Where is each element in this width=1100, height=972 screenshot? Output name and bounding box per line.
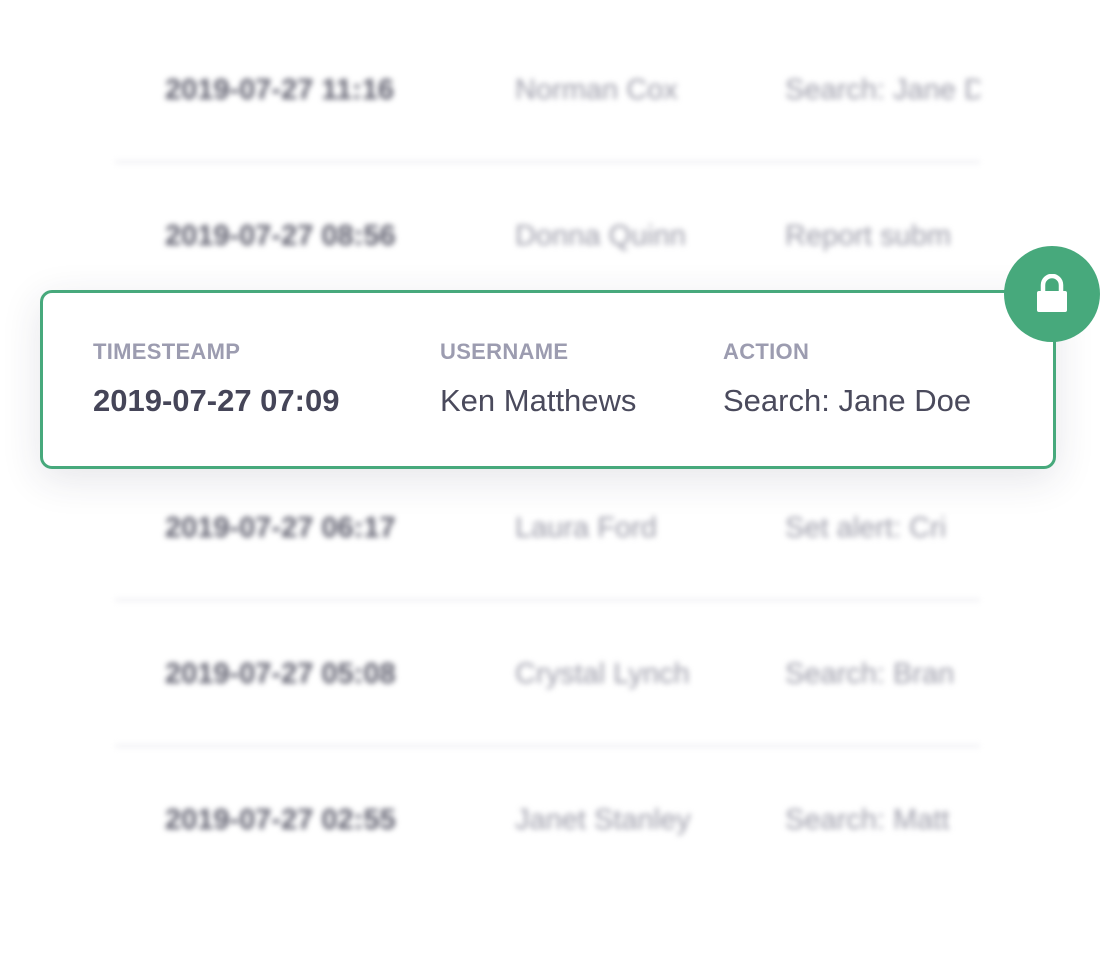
audit-log-list: 2019-07-27 11:16 Norman Cox Search: Jane… [0, 0, 1100, 972]
table-row: 2019-07-27 06:17 Laura Ford Set alert: C… [115, 455, 980, 601]
timestamp-value: 2019-07-27 07:09 [93, 383, 340, 418]
username-cell: Donna Quinn [515, 220, 686, 252]
username-header: USERNAME [440, 339, 569, 364]
action-cell: Search: Bran [785, 658, 955, 690]
timestamp-cell: 2019-07-27 02:55 [165, 804, 396, 836]
username-cell: Laura Ford [515, 512, 657, 544]
highlighted-log-entry-card[interactable]: TIMESTEAMP 2019-07-27 07:09 USERNAME Ken… [40, 290, 1056, 469]
action-cell: Set alert: Cri [785, 512, 947, 544]
table-row: 2019-07-27 02:55 Janet Stanley Search: M… [115, 747, 980, 893]
timestamp-cell: 2019-07-27 05:08 [165, 658, 396, 690]
table-row: 2019-07-27 05:08 Crystal Lynch Search: B… [115, 601, 980, 747]
username-cell: Crystal Lynch [515, 658, 690, 690]
table-row: 2019-07-27 08:56 Donna Quinn Report subm [115, 163, 980, 309]
username-cell: Norman Cox [515, 74, 678, 106]
lock-badge [1004, 246, 1100, 342]
lock-icon [1037, 274, 1067, 312]
username-cell: Janet Stanley [515, 804, 691, 836]
action-value: Search: Jane Doe [723, 383, 972, 418]
action-cell: Search: Matt [785, 804, 950, 836]
timestamp-cell: 2019-07-27 08:56 [165, 220, 396, 252]
action-cell: Search: Jane D [785, 74, 980, 106]
table-row: 2019-07-27 11:16 Norman Cox Search: Jane… [115, 17, 980, 163]
action-cell: Report subm [785, 220, 952, 252]
timestamp-cell: 2019-07-27 11:16 [165, 74, 394, 106]
timestamp-cell: 2019-07-27 06:17 [165, 512, 396, 544]
username-value: Ken Matthews [440, 383, 637, 418]
action-header: ACTION [723, 339, 810, 364]
timestamp-header: TIMESTEAMP [93, 339, 241, 364]
